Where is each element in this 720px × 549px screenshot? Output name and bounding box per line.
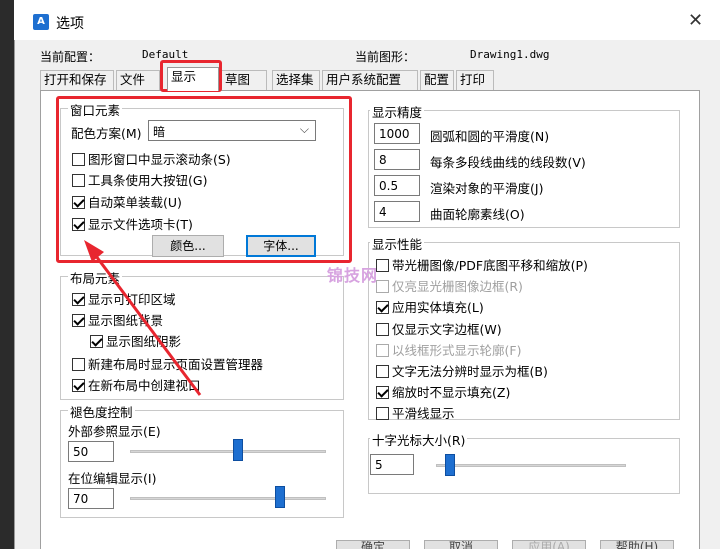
annotation-arrow [84, 240, 202, 396]
apply-button[interactable]: 应用(A) [512, 540, 586, 549]
ok-button[interactable]: 确定 [336, 540, 410, 549]
cancel-button[interactable]: 取消 [424, 540, 498, 549]
tab-display[interactable]: 显示 [167, 67, 219, 91]
help-button[interactable]: 帮助(H) [600, 540, 674, 549]
